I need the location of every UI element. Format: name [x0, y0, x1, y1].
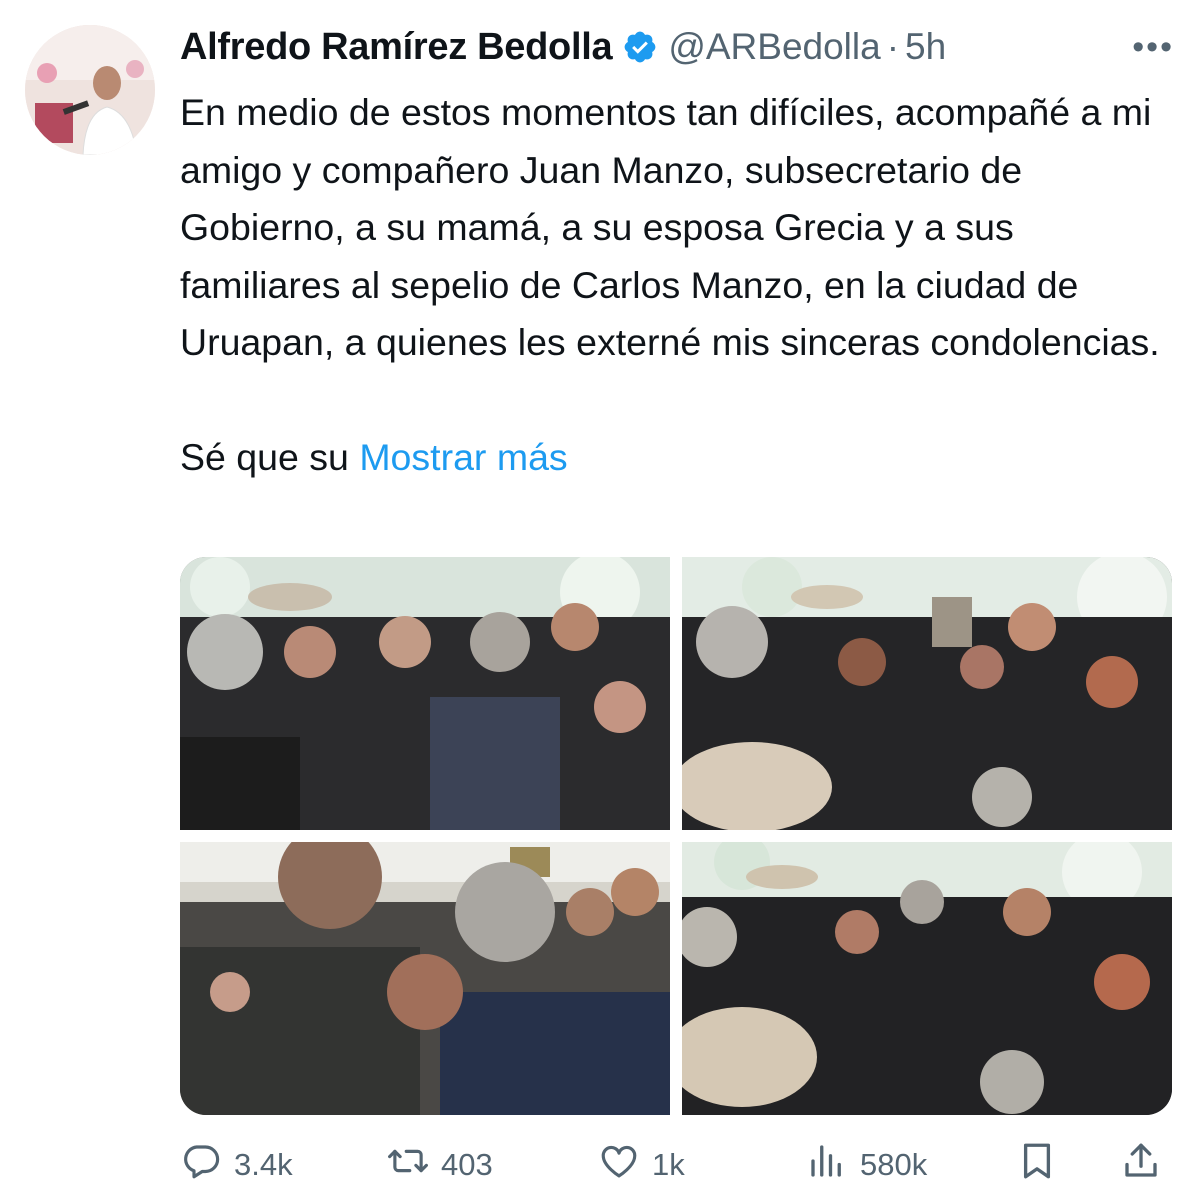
- photo-4[interactable]: [682, 842, 1172, 1115]
- repost-icon: [387, 1140, 441, 1190]
- avatar-image: [25, 25, 155, 155]
- photo-3[interactable]: [180, 842, 670, 1115]
- tweet-paragraph: En medio de estos momentos tan difíciles…: [180, 91, 1160, 363]
- bookmark-icon: [1016, 1140, 1058, 1190]
- separator-dot: ·: [886, 26, 900, 67]
- reply-icon: [180, 1140, 234, 1190]
- avatar[interactable]: [25, 25, 155, 155]
- tweet-header: Alfredo Ramírez Bedolla @ARBedolla · 5h: [180, 22, 1176, 72]
- more-options-icon[interactable]: •••: [1132, 28, 1174, 67]
- bookmark-button[interactable]: [1016, 1140, 1058, 1190]
- photo-1[interactable]: [180, 557, 670, 830]
- media-grid: [180, 557, 1172, 1115]
- show-more-link[interactable]: Mostrar más: [359, 436, 567, 478]
- photo-2-image: [682, 557, 1172, 830]
- photo-1-image: [180, 557, 670, 830]
- tweet-paragraph-truncated: Sé que su Mostrar más: [180, 429, 1180, 487]
- share-icon: [1120, 1140, 1162, 1190]
- like-button[interactable]: 1k: [598, 1140, 685, 1190]
- views-count: 580k: [860, 1147, 928, 1182]
- share-button[interactable]: [1120, 1140, 1162, 1190]
- views-button[interactable]: 580k: [806, 1140, 927, 1190]
- like-count: 1k: [652, 1147, 685, 1182]
- repost-count: 403: [441, 1147, 493, 1182]
- author-name[interactable]: Alfredo Ramírez Bedolla: [180, 26, 613, 69]
- repost-button[interactable]: 403: [387, 1140, 493, 1190]
- tweet-paragraph-start: Sé que su: [180, 435, 349, 478]
- timestamp[interactable]: 5h: [905, 26, 946, 68]
- author-handle[interactable]: @ARBedolla: [668, 26, 880, 68]
- reply-button[interactable]: 3.4k: [180, 1140, 293, 1190]
- reply-count: 3.4k: [234, 1147, 293, 1182]
- views-icon: [806, 1140, 860, 1190]
- photo-2[interactable]: [682, 557, 1172, 830]
- action-bar: 3.4k 403 1k 580k: [180, 1140, 1170, 1190]
- verified-badge-icon: [622, 29, 658, 65]
- photo-4-image: [682, 842, 1172, 1115]
- heart-icon: [598, 1140, 652, 1190]
- photo-3-image: [180, 842, 670, 1115]
- tweet-text: En medio de estos momentos tan difíciles…: [180, 84, 1180, 486]
